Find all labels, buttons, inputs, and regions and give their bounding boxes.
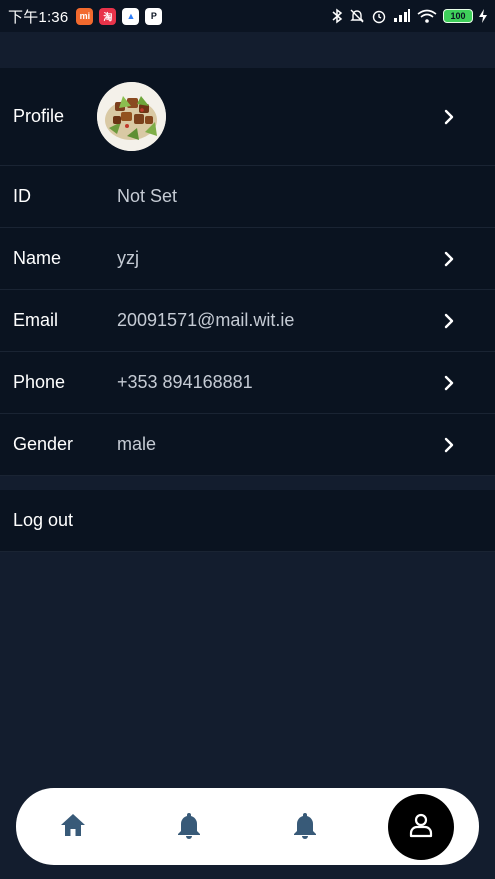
profile-settings-list: Profile ID Not Set Name yzj Email 200915… bbox=[0, 68, 495, 476]
phone-label: Phone bbox=[13, 372, 66, 392]
status-indicators: 100 bbox=[331, 8, 487, 24]
gender-label: Gender bbox=[13, 434, 74, 454]
logout-label: Log out bbox=[13, 510, 74, 530]
home-icon bbox=[59, 812, 87, 843]
bell-icon bbox=[292, 811, 318, 844]
phone-row[interactable]: Phone +353 894168881 bbox=[0, 352, 495, 414]
charging-icon bbox=[479, 9, 487, 23]
wifi-icon bbox=[417, 9, 437, 23]
chevron-right-icon bbox=[440, 312, 458, 330]
profile-screen: 下午1:36 mi 淘 ▲ P 100 Profile ID Not Set N… bbox=[0, 0, 495, 879]
p-app-icon: P bbox=[145, 7, 163, 25]
id-label: ID bbox=[13, 186, 31, 206]
avatar[interactable] bbox=[97, 82, 166, 151]
name-label: Name bbox=[13, 248, 62, 268]
nav-notifications[interactable] bbox=[156, 794, 222, 860]
name-row[interactable]: Name yzj bbox=[0, 228, 495, 290]
email-row[interactable]: Email 20091571@mail.wit.ie bbox=[0, 290, 495, 352]
email-value: 20091571@mail.wit.ie bbox=[117, 310, 295, 330]
bottom-nav bbox=[16, 788, 479, 865]
mi-app-icon: mi bbox=[76, 7, 94, 25]
id-row[interactable]: ID Not Set bbox=[0, 166, 495, 228]
chevron-right-icon bbox=[440, 250, 458, 268]
profile-row[interactable]: Profile bbox=[0, 68, 495, 166]
profile-label: Profile bbox=[13, 106, 65, 126]
logout-group: Log out bbox=[0, 490, 495, 552]
mute-bell-icon bbox=[349, 8, 365, 24]
signal-icon bbox=[393, 9, 411, 23]
logout-button[interactable]: Log out bbox=[0, 490, 495, 552]
phone-value: +353 894168881 bbox=[117, 372, 253, 392]
drive-app-icon: ▲ bbox=[122, 7, 140, 25]
id-value: Not Set bbox=[117, 186, 178, 206]
email-label: Email bbox=[13, 310, 59, 330]
nav-alerts[interactable] bbox=[272, 794, 338, 860]
status-time: 下午1:36 bbox=[8, 8, 69, 26]
bluetooth-icon bbox=[331, 8, 343, 24]
alarm-icon bbox=[371, 8, 387, 24]
chevron-right-icon bbox=[440, 436, 458, 454]
bell-icon bbox=[176, 811, 202, 844]
chevron-right-icon bbox=[440, 108, 458, 126]
person-icon bbox=[408, 812, 434, 843]
status-bar: 下午1:36 mi 淘 ▲ P 100 bbox=[0, 0, 495, 32]
gender-value: male bbox=[117, 434, 157, 454]
battery-indicator: 100 bbox=[443, 9, 473, 23]
nav-profile[interactable] bbox=[388, 794, 454, 860]
chevron-right-icon bbox=[440, 374, 458, 392]
gender-row[interactable]: Gender male bbox=[0, 414, 495, 476]
taobao-app-icon: 淘 bbox=[99, 7, 117, 25]
nav-home[interactable] bbox=[40, 794, 106, 860]
name-value: yzj bbox=[117, 248, 139, 268]
